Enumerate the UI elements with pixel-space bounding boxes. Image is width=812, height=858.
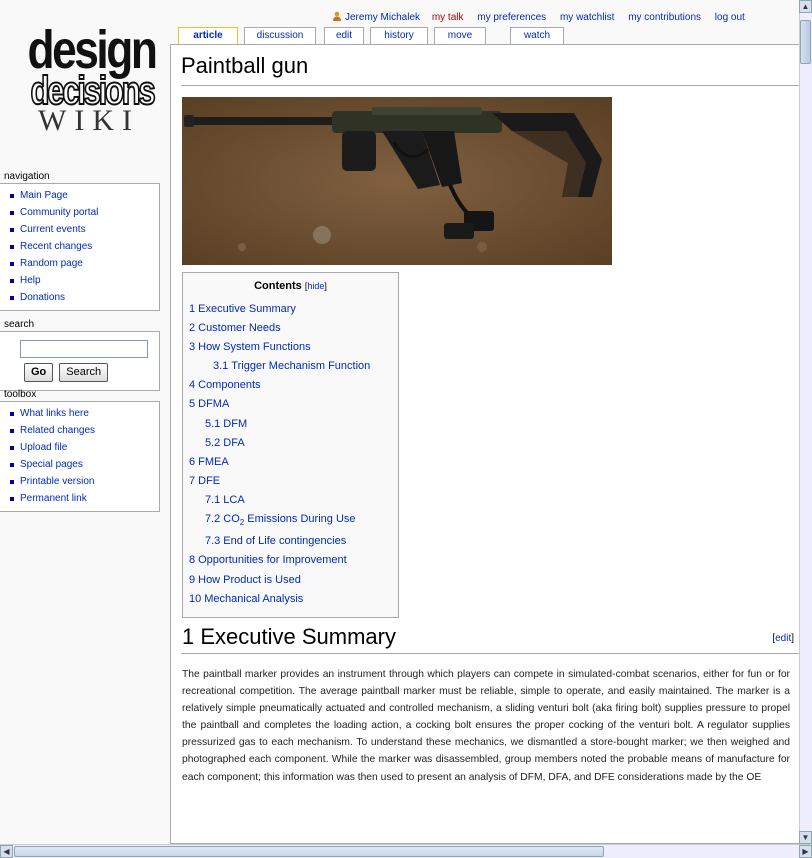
logo-line-decisions: decisions (30, 69, 157, 113)
pt-preferences[interactable]: my preferences (477, 12, 546, 23)
toolbox-portlet: toolbox What links here Related changes … (0, 388, 160, 512)
toc-hide-link[interactable]: hide (307, 281, 324, 291)
nav-main-page[interactable]: Main Page (20, 190, 68, 201)
toc-item[interactable]: 3.1 Trigger Mechanism Function (213, 360, 370, 372)
tab-move[interactable]: move (434, 27, 486, 45)
toolbox-title: toolbox (4, 389, 37, 400)
executive-summary-paragraph: The paintball marker provides an instrum… (182, 669, 790, 783)
nav-random-page[interactable]: Random page (20, 258, 83, 269)
scroll-right-arrow[interactable]: ▶ (799, 845, 812, 858)
toc-item[interactable]: 1 Executive Summary (189, 303, 296, 315)
search-portlet: search Go Search (0, 318, 160, 391)
content-area: Paintball gun Contents [hide] 1 Executiv… (170, 44, 800, 844)
search-title: search (4, 319, 35, 330)
search-button[interactable]: Search (59, 363, 109, 382)
pt-logout[interactable]: log out (715, 12, 745, 23)
title-divider (181, 85, 800, 86)
personal-tools-bar: Jeremy Michalek my talk my preferences m… (332, 11, 812, 23)
section-divider (181, 653, 800, 654)
paintball-gun-photo (182, 97, 612, 265)
horizontal-scroll-thumb[interactable] (14, 846, 604, 857)
edit-link-wrapper: [edit] (772, 633, 794, 644)
tab-history[interactable]: history (370, 27, 428, 45)
tb-permanent-link[interactable]: Permanent link (20, 493, 87, 504)
logo-line-design: design (27, 20, 158, 80)
scroll-left-arrow[interactable]: ◀ (0, 845, 13, 858)
toc-item[interactable]: 4 Components (189, 379, 261, 391)
nav-recent-changes[interactable]: Recent changes (20, 241, 92, 252)
toc-item[interactable]: 10 Mechanical Analysis (189, 593, 303, 605)
pt-contributions[interactable]: my contributions (628, 12, 701, 23)
toc-item[interactable]: 2 Customer Needs (189, 322, 281, 334)
go-button[interactable]: Go (24, 363, 54, 382)
table-of-contents: Contents [hide] 1 Executive Summary 2 Cust… (182, 272, 399, 618)
toc-title-row: Contents [hide] (254, 280, 327, 292)
site-logo[interactable]: design decisions WIKI (14, 12, 164, 150)
tb-printable-version[interactable]: Printable version (20, 476, 94, 487)
pt-watchlist[interactable]: my watchlist (560, 12, 614, 23)
tb-special-pages[interactable]: Special pages (20, 459, 83, 470)
paintball-gun-image[interactable] (182, 97, 612, 265)
user-icon (333, 11, 341, 21)
edit-section-link[interactable]: edit (775, 633, 791, 644)
navigation-portlet: navigation Main Page Community portal Cu… (0, 170, 160, 311)
toc-title: Contents (254, 280, 302, 292)
toc-item[interactable]: 6 FMEA (189, 456, 229, 468)
toc-item[interactable]: 7.3 End of Life contingencies (205, 535, 346, 547)
toc-item[interactable]: 8 Opportunities for Improvement (189, 554, 347, 566)
nav-help[interactable]: Help (20, 275, 41, 286)
toc-item[interactable]: 5 DFMA (189, 398, 229, 410)
toc-item[interactable]: 7 DFE (189, 475, 220, 487)
toc-item[interactable]: 5.1 DFM (205, 418, 247, 430)
navigation-title: navigation (4, 171, 50, 182)
tb-upload-file[interactable]: Upload file (20, 442, 67, 453)
nav-current-events[interactable]: Current events (20, 224, 86, 235)
toc-item[interactable]: 5.2 DFA (205, 437, 245, 449)
scroll-up-arrow[interactable]: ▲ (799, 0, 812, 13)
pt-userpage[interactable]: Jeremy Michalek (345, 12, 420, 23)
section-heading-executive-summary: 1 Executive Summary (182, 624, 396, 649)
tab-discussion[interactable]: discussion (244, 27, 316, 45)
search-input[interactable] (20, 340, 148, 358)
scroll-down-arrow[interactable]: ▼ (799, 831, 812, 844)
nav-donations[interactable]: Donations (20, 292, 65, 303)
toc-item[interactable]: 7.1 LCA (205, 494, 245, 506)
tab-edit[interactable]: edit (324, 27, 364, 45)
pt-mytalk[interactable]: my talk (432, 12, 464, 23)
vertical-scroll-thumb[interactable] (800, 20, 811, 64)
toc-item[interactable]: 9 How Product is Used (189, 574, 301, 586)
page-title: Paintball gun (181, 53, 309, 78)
tb-what-links-here[interactable]: What links here (20, 408, 89, 419)
toc-item[interactable]: 7.2 CO2 Emissions During Use (205, 513, 356, 527)
vertical-scrollbar[interactable]: ▲ ▼ (799, 0, 812, 844)
tab-watch[interactable]: watch (510, 27, 564, 45)
toc-item[interactable]: 3 How System Functions (189, 341, 311, 353)
tb-related-changes[interactable]: Related changes (20, 425, 95, 436)
horizontal-scrollbar[interactable]: ◀ ▶ (0, 844, 812, 858)
nav-community-portal[interactable]: Community portal (20, 207, 98, 218)
